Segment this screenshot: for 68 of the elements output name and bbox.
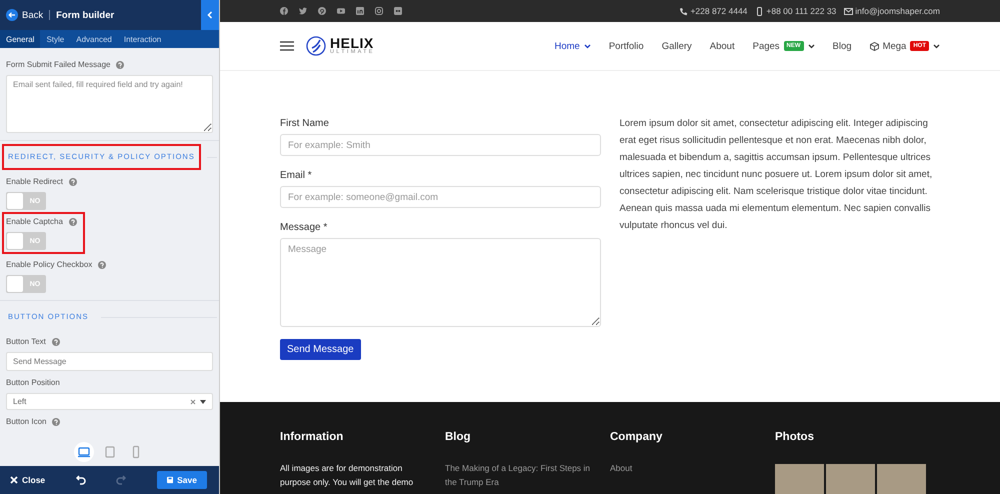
field-label: Email *	[280, 170, 313, 181]
text-field[interactable]: Send Message	[6, 352, 213, 371]
close-button[interactable]: Close	[10, 475, 46, 485]
menu-item[interactable]: About	[710, 40, 735, 52]
field-label: Enable Policy Checkbox	[6, 260, 92, 270]
field-label: Enable Redirect	[6, 177, 63, 187]
bird-icon[interactable]	[299, 7, 307, 15]
menu-item[interactable]: Gallery	[662, 40, 692, 52]
close-icon	[10, 476, 18, 484]
circle-icon[interactable]	[318, 7, 326, 15]
field-label: Button Icon	[6, 417, 46, 427]
photo-placeholder	[775, 464, 824, 494]
message-field[interactable]: Email sent failed, fill required field and try again!	[6, 75, 213, 133]
footer-heading: Blog	[445, 431, 472, 443]
field-label: First Name	[280, 118, 330, 129]
email-icon	[844, 6, 854, 16]
logo-mark-icon	[306, 36, 326, 56]
footer-link[interactable]: The Making of a Legacy: First Steps in the Trump Era	[445, 461, 595, 489]
menu-item[interactable]: Portfolio	[608, 40, 644, 52]
footer-link[interactable]: About	[610, 461, 760, 475]
square-icon[interactable]	[356, 7, 364, 15]
logo-name: HELIX	[330, 36, 375, 50]
field-label: Button Text	[6, 337, 46, 347]
device-toggle[interactable]	[74, 442, 94, 462]
photo-placeholder	[877, 464, 926, 494]
chevron-left-icon	[207, 11, 213, 19]
footer-text: All images are for demonstration purpose only. You will get the demo	[280, 462, 414, 489]
menu-item[interactable]: Blog	[832, 40, 852, 52]
footer-heading: Company	[610, 431, 664, 443]
square-icon[interactable]	[394, 7, 402, 15]
save-button[interactable]: Save	[156, 471, 207, 489]
text-field[interactable]: For example: someone@gmail.com	[280, 186, 600, 208]
camera-icon[interactable]	[375, 7, 383, 15]
footer-heading: Photos	[775, 431, 815, 443]
tab[interactable]: Interaction	[118, 30, 168, 48]
field-label: Message *	[280, 222, 328, 233]
body-paragraph: Lorem ipsum dolor sit amet, consectetur adipiscing elit. Integer adipiscing erat eget risus sollicitudin pellentesque et non erat. Maecenas nibh dolor, malesuada et bibendum a, sagittis accumsan ipsum. Pellentesque ultrices ultrices sapien, nec tincidunt nunc posuere ut. Lorem ipsum dolor sit amet, consectetur adipiscing elit. Nam scelerisque tristique dolor vitae tincidunt. Aenean quis massa uada mi elementum elementum. Nec sapien convallis vulputate rhoncus vel dui.	[620, 117, 934, 233]
tab[interactable]: Advanced	[70, 30, 118, 48]
contact-text: +88 00 111 222 33	[766, 6, 836, 16]
phone-icon	[679, 6, 688, 16]
panel-title: Form builder	[56, 10, 116, 20]
photo-placeholder	[826, 464, 875, 494]
undo-button[interactable]	[76, 475, 86, 485]
tab[interactable]: Style	[40, 30, 70, 48]
back-button[interactable]: Back	[0, 9, 44, 21]
caret-icon	[200, 400, 206, 404]
footer-heading: Information	[280, 431, 344, 443]
field-label: Form Submit Failed Message	[6, 60, 110, 70]
contact-text: +228 872 4444	[690, 6, 748, 16]
message-field[interactable]: Message	[280, 238, 600, 327]
redo-icon	[116, 475, 126, 485]
tab[interactable]: General	[0, 30, 40, 48]
menu-icon[interactable]	[280, 41, 294, 51]
back-arrow-icon	[6, 9, 18, 21]
mobile-icon	[755, 6, 764, 16]
menu-item[interactable]: Home	[554, 40, 591, 52]
play-icon[interactable]	[337, 7, 345, 15]
text-field[interactable]: For example: Smith	[280, 134, 600, 156]
send-message-button[interactable]: Send Message	[280, 339, 361, 360]
undo-icon	[76, 475, 86, 485]
select-field[interactable]: Left	[6, 393, 213, 410]
field-label: Enable Captcha	[6, 217, 63, 227]
contact-text: info@joomshaper.com	[855, 6, 940, 16]
tablet-icon	[102, 445, 116, 459]
clear-icon[interactable]	[190, 398, 196, 404]
desktop-icon	[76, 445, 90, 459]
field-label: Button Position	[6, 378, 60, 388]
circle-icon[interactable]	[280, 7, 288, 15]
